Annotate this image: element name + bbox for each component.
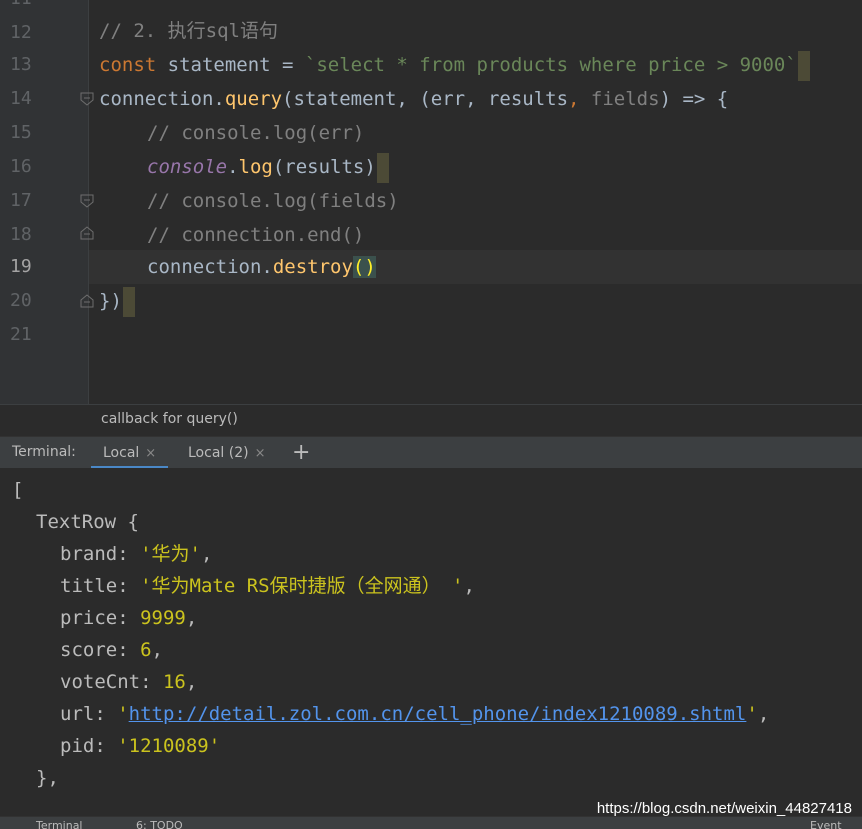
code-line-13: const statement = `select * from product… (99, 48, 810, 82)
breadcrumb-label[interactable]: callback for query() (101, 411, 238, 427)
code-text: ) => { (659, 88, 729, 110)
unused-param: fields (590, 88, 660, 110)
code-line-20: }) (99, 284, 135, 318)
tab-label: Local (103, 445, 140, 461)
field-key: voteCnt: (60, 671, 163, 693)
output-line: }, (36, 767, 59, 789)
output-line: brand: '华为', (60, 543, 213, 565)
fold-open-icon[interactable] (80, 92, 94, 106)
line-number: 15 (10, 122, 32, 143)
output-line: title: '华为Mate RS保时捷版（全网通） ', (60, 575, 475, 597)
output-line: url: 'http://detail.zol.com.cn/cell_phon… (60, 703, 770, 725)
function-name: log (238, 156, 273, 178)
field-value: 6 (140, 639, 152, 661)
line-number: 14 (10, 88, 32, 109)
function-name: query (224, 88, 283, 110)
breadcrumb[interactable]: callback for query() (0, 404, 862, 437)
string-literal: `select * from products where price > 90… (304, 54, 797, 76)
close-icon[interactable]: × (145, 446, 156, 461)
tab-local-2[interactable]: Local (2) × (176, 437, 277, 469)
line-number: 11 (10, 0, 50, 16)
tab-local[interactable]: Local × (91, 437, 169, 469)
code-editor[interactable]: 11 12 13 14 15 16 17 18 19 20 21 // 2. 执… (0, 0, 862, 404)
field-key: price: (60, 607, 141, 629)
field-key: title: (60, 575, 141, 597)
code-line-17: // console.log(fields) (147, 190, 399, 212)
code-text: statement = (156, 54, 305, 76)
code-text: , results (465, 88, 569, 110)
watermark: https://blog.csdn.net/weixin_44827418 (596, 800, 852, 817)
output-line: [ (12, 479, 24, 501)
field-value: '华为Mate RS保时捷版（全网通） ' (140, 575, 464, 597)
code-line-12: // 2. 执行sql语句 (99, 20, 278, 42)
fold-close-icon[interactable] (80, 226, 94, 240)
tab-label: Local (2) (188, 445, 249, 461)
terminal-label: Terminal: (12, 444, 76, 460)
function-name: destroy (272, 256, 353, 278)
output-line: TextRow { (36, 511, 139, 533)
field-value: 16 (162, 671, 186, 693)
line-number: 17 (10, 190, 32, 211)
field-key: score: (60, 639, 141, 661)
code-text: connection. (147, 256, 273, 278)
close-icon[interactable]: × (255, 446, 266, 461)
text-cursor-marker (797, 50, 810, 81)
terminal-output[interactable]: [ TextRow { brand: '华为', title: '华为Mate … (0, 468, 862, 816)
line-number: 21 (10, 324, 32, 345)
line-number: 20 (10, 290, 32, 311)
url-link[interactable]: http://detail.zol.com.cn/cell_phone/inde… (129, 703, 747, 725)
line-number-current: 19 (10, 256, 32, 277)
code-line-18: // connection.end() (147, 224, 365, 246)
terminal-tab-bar: Terminal: Local × Local (2) × + (0, 436, 862, 469)
field-key: pid: (60, 735, 118, 757)
output-line: price: 9999, (60, 607, 198, 629)
line-number: 12 (10, 22, 32, 43)
code-line-15: // console.log(err) (147, 122, 365, 144)
field-value: '1210089' (117, 735, 221, 757)
code-line-16: console.log(results) (147, 150, 389, 184)
global-object: console (147, 156, 228, 178)
text-cursor-marker (122, 286, 135, 317)
code-text: (statement, (err (282, 88, 466, 110)
output-line: pid: '1210089' (60, 730, 220, 762)
code-text: }) (99, 290, 122, 312)
output-line: score: 6, (60, 639, 163, 661)
output-line: voteCnt: 16, (60, 671, 198, 693)
text-cursor-marker (376, 152, 389, 183)
keyword: const (99, 54, 157, 76)
line-number: 18 (10, 224, 32, 245)
fold-open-icon[interactable] (80, 194, 94, 208)
code-line-14: connection.query(statement, (err, result… (99, 82, 728, 116)
field-key: url: (60, 703, 118, 725)
matched-parens: () (352, 256, 376, 278)
comma: , (568, 88, 591, 110)
line-number: 16 (10, 156, 32, 177)
code-line-19: connection.destroy() (147, 250, 376, 284)
field-key: brand: (60, 543, 141, 565)
code-text: (results) (272, 156, 376, 178)
new-tab-button[interactable]: + (292, 439, 310, 467)
field-value: '华为' (140, 543, 201, 565)
line-number: 13 (10, 54, 32, 75)
code-text: . (227, 156, 239, 178)
fold-close-icon[interactable] (80, 294, 94, 308)
status-bar: Terminal 6: TODO Event Log (0, 816, 862, 829)
code-text: connection. (99, 88, 225, 110)
field-value: 9999 (140, 607, 186, 629)
